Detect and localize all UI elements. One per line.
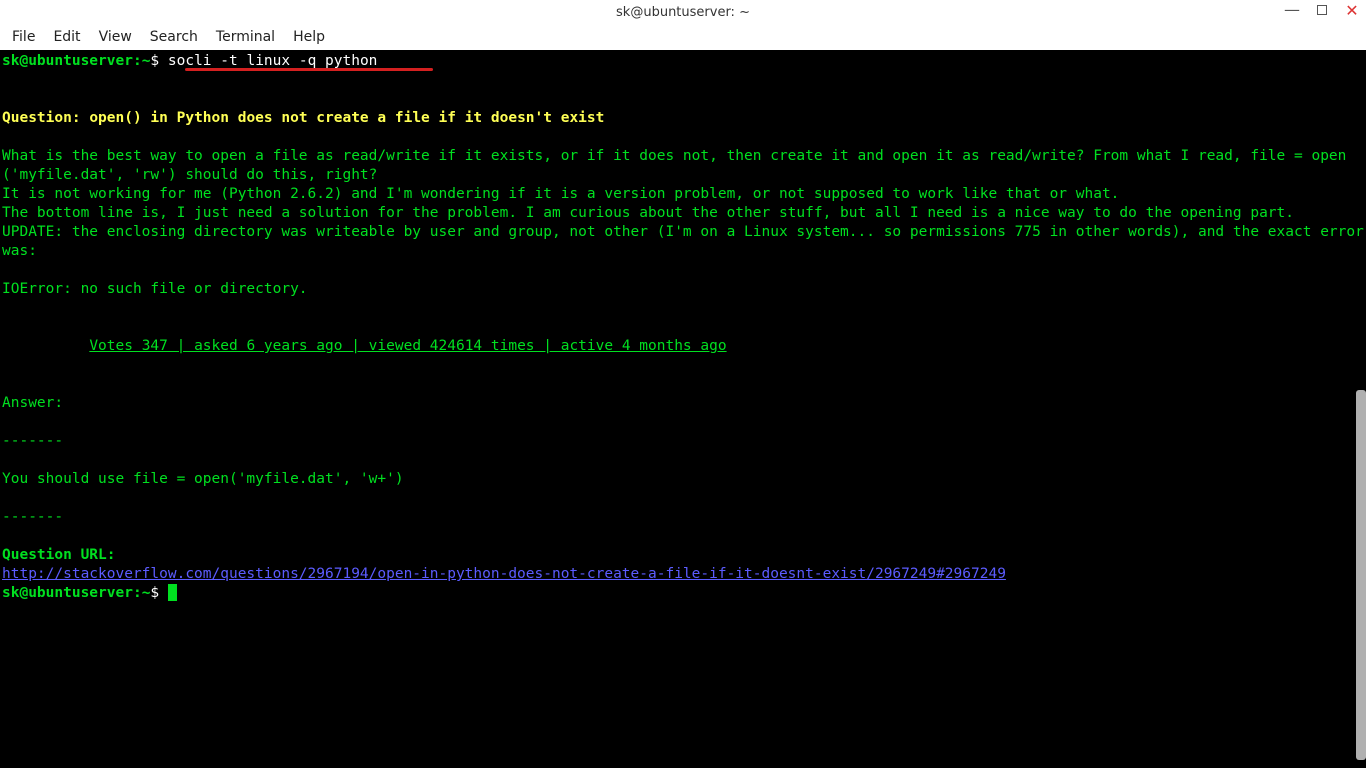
menubar: File Edit View Search Terminal Help bbox=[0, 24, 1366, 50]
terminal-cursor bbox=[168, 584, 177, 601]
prompt2-symbol: $ bbox=[150, 585, 159, 601]
menu-view[interactable]: View bbox=[99, 29, 132, 45]
close-icon: ✕ bbox=[1345, 1, 1358, 20]
menu-terminal[interactable]: Terminal bbox=[216, 29, 275, 45]
question-body-line2: It is not working for me (Python 2.6.2) … bbox=[2, 186, 1119, 202]
question-body-line1: What is the best way to open a file as r… bbox=[2, 148, 1346, 183]
menu-help[interactable]: Help bbox=[293, 29, 325, 45]
prompt-symbol: $ bbox=[150, 53, 159, 69]
menu-edit[interactable]: Edit bbox=[53, 29, 80, 45]
terminal-area[interactable]: sk@ubuntuserver:~$ socli -t linux -q pyt… bbox=[0, 50, 1366, 768]
maximize-icon bbox=[1317, 5, 1327, 15]
stats-indent bbox=[2, 338, 89, 354]
prompt2-user-host: sk@ubuntuserver bbox=[2, 585, 133, 601]
prompt-colon: : bbox=[133, 53, 142, 69]
window-title: sk@ubuntuserver: ~ bbox=[616, 5, 750, 20]
menu-search[interactable]: Search bbox=[150, 29, 198, 45]
question-url-label: Question URL: bbox=[2, 547, 116, 563]
maximize-button[interactable] bbox=[1314, 2, 1330, 18]
question-error-line: IOError: no such file or directory. bbox=[2, 281, 308, 297]
menu-file[interactable]: File bbox=[12, 29, 35, 45]
question-body-line3: The bottom line is, I just need a soluti… bbox=[2, 205, 1294, 221]
minimize-icon: — bbox=[1284, 6, 1300, 14]
command-highlight-underline bbox=[185, 68, 433, 71]
answer-label: Answer: bbox=[2, 395, 63, 411]
window-controls: — ✕ bbox=[1284, 2, 1360, 18]
scrollbar-thumb[interactable] bbox=[1356, 390, 1366, 760]
question-url[interactable]: http://stackoverflow.com/questions/29671… bbox=[2, 566, 1006, 582]
answer-separator-bottom: ------- bbox=[2, 509, 63, 525]
window-titlebar: sk@ubuntuserver: ~ — ✕ bbox=[0, 0, 1366, 24]
command-text bbox=[159, 53, 168, 69]
close-button[interactable]: ✕ bbox=[1344, 2, 1360, 18]
prompt2-colon: : bbox=[133, 585, 142, 601]
answer-separator-top: ------- bbox=[2, 433, 63, 449]
prompt-user-host: sk@ubuntuserver bbox=[2, 53, 133, 69]
question-title: open() in Python does not create a file … bbox=[89, 110, 604, 126]
question-body-line4: UPDATE: the enclosing directory was writ… bbox=[2, 224, 1366, 259]
question-label: Question: bbox=[2, 110, 89, 126]
answer-body: You should use file = open('myfile.dat',… bbox=[2, 471, 404, 487]
question-stats: Votes 347 | asked 6 years ago | viewed 4… bbox=[89, 338, 726, 354]
vertical-scrollbar[interactable] bbox=[1356, 50, 1366, 768]
minimize-button[interactable]: — bbox=[1284, 2, 1300, 18]
command-entered: socli -t linux -q python bbox=[168, 53, 378, 69]
